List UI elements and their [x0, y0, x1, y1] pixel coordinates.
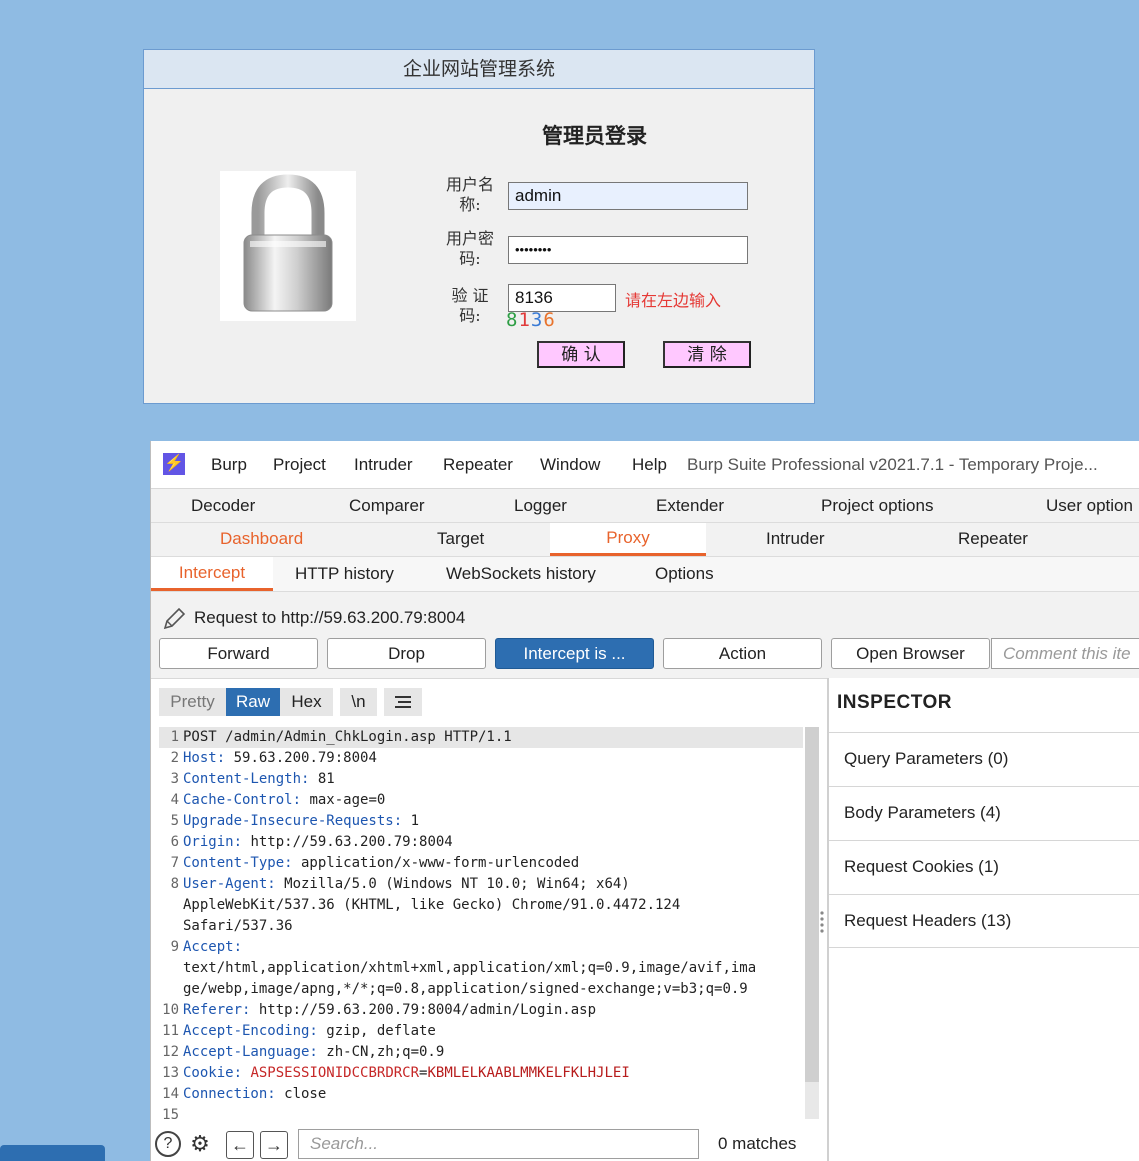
captcha-hint: 请在左边输入	[625, 291, 722, 310]
request-to-label: Request to http://59.63.200.79:8004	[194, 608, 466, 627]
tab-dashboard[interactable]: Dashboard	[220, 529, 303, 549]
tab-target[interactable]: Target	[437, 529, 484, 549]
menu-intruder[interactable]: Intruder	[354, 455, 413, 475]
request-line: 7 Content-Type: application/x-www-form-ur…	[170, 855, 580, 871]
menu-burp[interactable]: Burp	[211, 455, 247, 475]
tab-extender[interactable]: Extender	[656, 496, 724, 516]
request-line: 1 POST /admin/Admin_ChkLogin.asp HTTP/1.1	[159, 727, 803, 748]
proxy-subtabs: Intercept HTTP history WebSockets histor…	[151, 557, 1139, 592]
captcha-char: 8	[506, 309, 519, 331]
tool-tabs-row1: Decoder Comparer Logger Extender Project…	[151, 489, 1139, 523]
editor-menu-button[interactable]	[384, 688, 422, 716]
tab-logger[interactable]: Logger	[514, 496, 567, 516]
request-line: 12 Accept-Language: zh-CN,zh;q=0.9	[162, 1044, 445, 1060]
login-heading: 管理员登录	[542, 123, 647, 148]
inspector-request-headers[interactable]: Request Headers (13)	[829, 894, 1139, 948]
burp-window: ⚡ Burp Project Intruder Repeater Window …	[150, 441, 1139, 1161]
request-line: 9 Accept:	[170, 939, 243, 955]
menu-bar: ⚡ Burp Project Intruder Repeater Window …	[151, 441, 1139, 489]
captcha-input[interactable]: 8136	[508, 284, 616, 312]
tab-proxy[interactable]: Proxy	[550, 523, 706, 556]
username-label: 用户名 称:	[445, 175, 494, 214]
intercept-toggle-button[interactable]: Intercept is ...	[495, 638, 654, 669]
inspector-query-parameters[interactable]: Query Parameters (0)	[829, 732, 1139, 786]
request-line: 3 Content-Length: 81	[170, 771, 335, 787]
message-editor: Pretty Raw Hex \n 1 POST /admin/Admin_Chk…	[151, 678, 827, 1161]
login-window-title: 企业网站管理系统	[144, 50, 814, 89]
request-line: 13 Cookie: ASPSESSIONIDCCBRDRCR=KBMLELKAA…	[162, 1065, 630, 1081]
tab-intruder[interactable]: Intruder	[766, 529, 825, 549]
captcha-char: 3	[530, 309, 544, 331]
tab-comparer[interactable]: Comparer	[349, 496, 425, 516]
request-info: Request to http://59.63.200.79:8004	[151, 604, 1139, 640]
request-line: 11 Accept-Encoding: gzip, deflate	[162, 1023, 436, 1039]
tab-repeater[interactable]: Repeater	[958, 529, 1028, 549]
request-line: AppleWebKit/537.36 (KHTML, like Gecko) C…	[183, 897, 681, 913]
request-line: 2 Host: 59.63.200.79:8004	[170, 750, 377, 766]
match-count: 0 matches	[718, 1134, 797, 1153]
view-tab-pretty[interactable]: Pretty	[159, 688, 226, 716]
search-input[interactable]: Search...	[298, 1129, 699, 1159]
captcha-image[interactable]: 8136	[506, 309, 556, 331]
request-line: text/html,application/xhtml+xml,applicat…	[183, 960, 757, 976]
subtab-intercept[interactable]: Intercept	[151, 557, 273, 591]
newline-toggle[interactable]: \n	[340, 688, 377, 716]
menu-repeater[interactable]: Repeater	[443, 455, 513, 475]
tab-decoder[interactable]: Decoder	[191, 496, 255, 516]
menu-project[interactable]: Project	[273, 455, 326, 475]
window-title: Burp Suite Professional v2021.7.1 - Temp…	[687, 455, 1098, 474]
drop-button[interactable]: Drop	[327, 638, 486, 669]
menu-window[interactable]: Window	[540, 455, 600, 475]
request-line: 8 User-Agent: Mozilla/5.0 (Windows NT 10.…	[170, 876, 630, 892]
help-icon[interactable]: ?	[155, 1131, 181, 1157]
menu-help[interactable]: Help	[632, 455, 667, 475]
padlock-icon	[243, 174, 333, 312]
subtab-options[interactable]: Options	[655, 564, 714, 584]
request-line: 14 Connection: close	[162, 1086, 327, 1102]
request-line: 10 Referer: http://59.63.200.79:8004/admi…	[162, 1002, 597, 1018]
password-label: 用户密 码:	[445, 229, 494, 268]
confirm-button[interactable]: 确 认	[537, 341, 625, 368]
inspector-title: INSPECTOR	[837, 692, 953, 713]
taskbar-item[interactable]	[0, 1145, 105, 1161]
request-line: 5 Upgrade-Insecure-Requests: 1	[170, 813, 420, 829]
subtab-websockets-history[interactable]: WebSockets history	[446, 564, 596, 584]
pencil-icon	[163, 607, 186, 630]
captcha-char: 6	[543, 309, 556, 331]
tool-tabs-row2: Dashboard Target Proxy Intruder Repeater	[151, 523, 1139, 557]
search-bar: ? ⚙ ← → Search... 0 matches	[151, 1123, 827, 1161]
editor-scrollbar[interactable]	[805, 727, 819, 1119]
request-line: Safari/537.36	[183, 918, 293, 934]
forward-button[interactable]: Forward	[159, 638, 318, 669]
comment-field[interactable]: Comment this ite	[991, 638, 1139, 669]
password-input[interactable]: ••••••••	[508, 236, 748, 264]
subtab-http-history[interactable]: HTTP history	[295, 564, 394, 584]
tab-project-options[interactable]: Project options	[821, 496, 933, 516]
padlock-image	[220, 171, 356, 321]
request-line: 6 Origin: http://59.63.200.79:8004	[170, 834, 453, 850]
captcha-label: 验 证码:	[451, 286, 489, 325]
captcha-char: 1	[518, 309, 531, 331]
settings-gear-icon[interactable]: ⚙	[187, 1131, 213, 1157]
scrollbar-thumb[interactable]	[805, 727, 819, 1082]
burp-logo-icon: ⚡	[163, 453, 185, 475]
request-line: 4 Cache-Control: max-age=0	[170, 792, 386, 808]
splitter-grip-icon[interactable]	[819, 909, 825, 935]
menu-lines-icon	[395, 696, 411, 708]
inspector-panel: INSPECTOR Query Parameters (0) Body Para…	[829, 678, 1139, 1161]
open-browser-button[interactable]: Open Browser	[831, 638, 990, 669]
previous-arrow-icon[interactable]: ←	[226, 1131, 254, 1159]
tab-user-options[interactable]: User option	[1046, 496, 1133, 516]
clear-button[interactable]: 清 除	[663, 341, 751, 368]
view-tab-raw[interactable]: Raw	[226, 688, 280, 716]
action-button[interactable]: Action	[663, 638, 822, 669]
login-window: 企业网站管理系统 管理员登录 用户名 称: admin 用户密 码: •••••…	[143, 49, 815, 404]
request-line: ge/webp,image/apng,*/*;q=0.8,application…	[183, 981, 748, 997]
raw-request-text[interactable]: 1 POST /admin/Admin_ChkLogin.asp HTTP/1.1…	[159, 727, 803, 1123]
inspector-request-cookies[interactable]: Request Cookies (1)	[829, 840, 1139, 894]
inspector-body-parameters[interactable]: Body Parameters (4)	[829, 786, 1139, 840]
username-input[interactable]: admin	[508, 182, 748, 210]
view-tab-hex[interactable]: Hex	[280, 688, 333, 716]
next-arrow-icon[interactable]: →	[260, 1131, 288, 1159]
